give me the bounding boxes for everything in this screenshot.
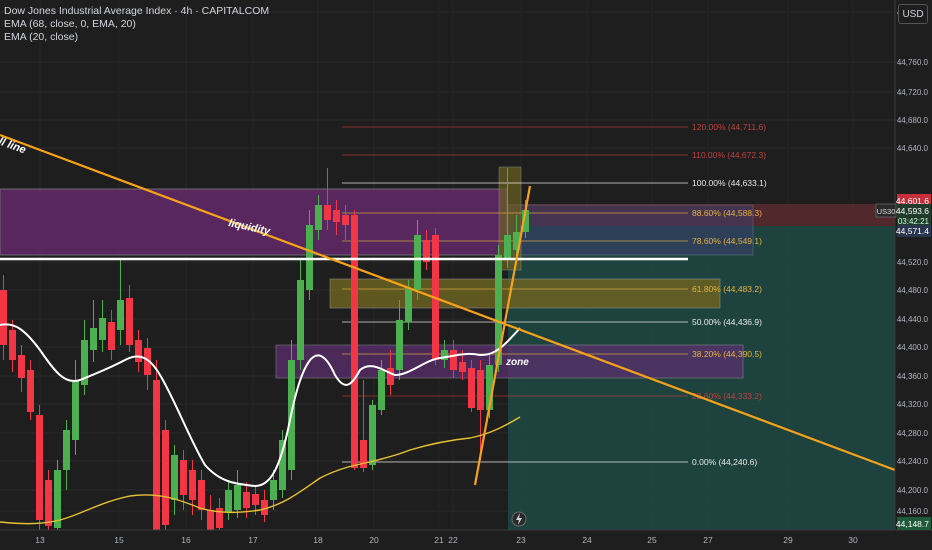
time-tick-label: 16 (181, 535, 191, 545)
candle-body (387, 368, 394, 385)
candle-body (270, 480, 277, 500)
candle-body (36, 415, 43, 520)
price-tick-label: 44,720.0 (897, 88, 929, 97)
time-tick-label: 13 (35, 535, 45, 545)
time-tick-label: 15 (114, 535, 124, 545)
time-tick-label: 22 (448, 535, 458, 545)
time-tick-label: 30 (848, 535, 858, 545)
candle-body (90, 328, 97, 350)
fib-level-label: 50.00% (44,436.9) (692, 317, 762, 327)
candle-body (459, 362, 466, 372)
ema-20-legend[interactable]: EMA (20, close) (4, 31, 269, 44)
price-tick-label: 44,520.0 (897, 258, 929, 267)
price-tick-label: 44,480.0 (897, 286, 929, 295)
candle-body (198, 480, 205, 510)
tag-price: 44,593.6 (896, 206, 929, 216)
candle-body (18, 355, 25, 378)
symbol-tag: US30 (877, 207, 896, 216)
time-tick-label: 27 (703, 535, 713, 545)
candle-body (369, 405, 376, 465)
time-tick-label: 17 (248, 535, 258, 545)
time-tick-label: 29 (783, 535, 793, 545)
chart-legend: Dow Jones Industrial Average Index · 4h … (4, 5, 269, 44)
candle-body (0, 290, 7, 345)
candle-body (72, 380, 79, 440)
symbol-title[interactable]: Dow Jones Industrial Average Index · 4h … (4, 5, 269, 18)
price-tick-label: 44,320.0 (897, 400, 929, 409)
candle-body (162, 430, 169, 525)
candle-body (342, 215, 349, 225)
fib-level-label: 78.60% (44,549.1) (692, 236, 762, 246)
fib-level-label: 100.00% (44,633.1) (692, 178, 767, 188)
candle-body (477, 370, 484, 410)
candle-body (297, 280, 304, 360)
tag-countdown: 03:42:21 (898, 217, 930, 226)
price-tick-label: 44,640.0 (897, 144, 929, 153)
candle-body (126, 298, 133, 345)
candle-body (9, 330, 16, 360)
time-tick-label: 18 (313, 535, 323, 545)
candle-body (234, 485, 241, 510)
candle-body (225, 490, 232, 512)
candle-body (171, 455, 178, 500)
time-tick-label: 24 (582, 535, 592, 545)
candle-body (45, 480, 52, 526)
candle-body (180, 460, 187, 495)
time-tick-label: 23 (516, 535, 526, 545)
candle-body (378, 370, 385, 410)
candle-body (252, 494, 259, 505)
time-tick-label: 25 (647, 535, 657, 545)
candle-body (117, 300, 124, 330)
candle-body (324, 205, 331, 220)
candle-body (450, 350, 457, 370)
candle-body (504, 235, 511, 260)
price-tick-label: 44,400.0 (897, 343, 929, 352)
price-axis-bg (895, 0, 932, 550)
fib-level-label: 38.20% (44,390.5) (692, 349, 762, 359)
candle-body (135, 340, 142, 362)
candle-body (108, 322, 115, 350)
zone-label: zone (505, 357, 529, 368)
price-axis[interactable]: 44,800.044,760.044,720.044,680.044,640.0… (894, 0, 932, 550)
fib-level-label: 61.80% (44,483.2) (692, 284, 762, 294)
ema-68-legend[interactable]: EMA (68, close, 0, EMA, 20) (4, 18, 269, 31)
time-axis[interactable]: 13 15 16 17 18 20 21 22 23 24 25 27 29 30 (0, 529, 932, 550)
time-tick-label: 21 (434, 535, 444, 545)
currency-button[interactable]: USD (898, 4, 928, 24)
candle-body (396, 320, 403, 370)
fib-level-label: 23.60% (44,333.2) (692, 391, 762, 401)
tag-bottom: 44,148.7 (896, 519, 929, 529)
price-tick-label: 44,200.0 (897, 486, 929, 495)
candle-body (351, 215, 358, 468)
candle-body (153, 380, 160, 530)
candle-body (468, 368, 475, 408)
price-tick-label: 44,160.0 (897, 507, 929, 516)
candle-body (63, 430, 70, 470)
fib-level-label: 110.00% (44,672.3) (692, 150, 766, 160)
candle-body (207, 510, 214, 530)
candle-body (414, 235, 421, 290)
fib-level-label: 0.00% (44,240.6) (692, 457, 757, 467)
price-tick-label: 44,440.0 (897, 315, 929, 324)
price-tick-label: 44,680.0 (897, 116, 929, 125)
price-tick-label: 44,360.0 (897, 372, 929, 381)
event-icon[interactable] (511, 511, 527, 527)
fib-level-label: 88.60% (44,588.3) (692, 208, 762, 218)
tag-low: 44,571.4 (896, 226, 929, 236)
candle-body (315, 205, 322, 230)
price-tick-label: 44,280.0 (897, 429, 929, 438)
candle-body (189, 470, 196, 500)
candle-body (99, 318, 106, 340)
price-chart[interactable]: 120.00% (44,711.6) 110.00% (44,672.3) 100.… (0, 0, 932, 550)
candle-body (306, 225, 313, 290)
candle-body (333, 210, 340, 222)
candle-body (243, 492, 250, 508)
price-tick-label: 44,760.0 (897, 58, 929, 67)
olive-zone (329, 278, 721, 309)
candle-body (27, 370, 34, 412)
fib-level-label: 120.00% (44,711.6) (692, 122, 766, 132)
price-tick-label: 44,240.0 (897, 457, 929, 466)
time-tick-label: 20 (369, 535, 379, 545)
candle-body (405, 288, 412, 322)
